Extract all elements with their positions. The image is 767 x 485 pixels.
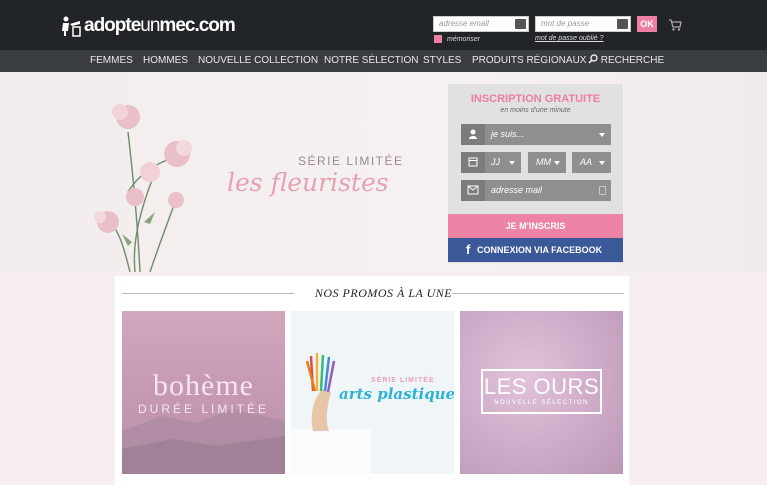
remember-me[interactable]: mémoriser	[434, 35, 480, 43]
promo-card-arts-plastiques[interactable]: SÉRIE LIMITÉE arts plastiques	[291, 311, 454, 474]
birth-day-select[interactable]: JJ	[461, 152, 521, 173]
nav-item-recherche-label: RECHERCHE	[600, 55, 665, 66]
signup-email-placeholder: adresse mail	[491, 185, 543, 195]
remember-label: mémoriser	[447, 35, 481, 43]
promo-arts-title: arts plastiques	[339, 385, 454, 403]
hero-banner[interactable]: SÉRIE LIMITÉE les fleuristes	[0, 72, 767, 272]
mail-icon	[461, 180, 485, 201]
keyboard-icon[interactable]	[599, 186, 606, 195]
facebook-icon: f	[466, 242, 471, 257]
cart-icon[interactable]	[668, 18, 682, 32]
chevron-down-icon	[599, 133, 605, 137]
promo-card-les-ours[interactable]: LES OURS NOUVELLE SÉLECTION	[460, 311, 623, 474]
signup-submit-button[interactable]: JE M'INSCRIS	[448, 214, 623, 238]
forgot-password-link[interactable]: mot de passe oublié ?	[535, 35, 604, 42]
promo-boheme-subtitle: DURÉE LIMITÉE	[137, 402, 269, 416]
gender-select-value: je suis...	[491, 129, 525, 139]
signup-title: INSCRIPTION GRATUITE	[470, 93, 601, 105]
login-ok-button[interactable]: OK	[637, 16, 657, 32]
promo-boheme-title: bohème	[153, 369, 254, 402]
password-placeholder: mot de passe	[541, 19, 590, 28]
search-icon	[588, 54, 598, 64]
password-field[interactable]: mot de passe	[535, 16, 631, 32]
user-icon	[461, 124, 485, 145]
keyboard-icon[interactable]	[515, 19, 526, 29]
promos-title: NOS PROMOS À LA UNE	[314, 286, 453, 300]
nav-item-femmes[interactable]: FEMMES	[90, 50, 133, 72]
logo-text-un: un	[140, 15, 160, 36]
hero-title: les fleuristes	[227, 168, 389, 197]
chevron-down-icon	[509, 161, 515, 165]
nav-item-nouvelle-collection[interactable]: NOUVELLE COLLECTION	[198, 50, 318, 72]
nav-item-recherche[interactable]: RECHERCHE	[588, 50, 664, 72]
facebook-login-button[interactable]: f CONNEXION VIA FACEBOOK	[448, 238, 623, 262]
gender-select[interactable]: je suis...	[461, 124, 611, 145]
signup-subtitle: en moins d'une minute	[500, 107, 571, 114]
birth-month-select[interactable]: MM	[528, 152, 566, 173]
chevron-down-icon	[554, 161, 560, 165]
main-nav: FEMMES HOMMES NOUVELLE COLLECTION NOTRE …	[0, 50, 767, 72]
birth-month-value: MM	[536, 157, 551, 167]
site-logo[interactable]: adopte un mec.com	[60, 13, 236, 39]
facebook-login-label: CONNEXION VIA FACEBOOK	[477, 245, 603, 255]
birth-year-select[interactable]: AA	[572, 152, 611, 173]
email-placeholder: adresse email	[439, 19, 489, 28]
logo-text-adopte: adopte	[84, 15, 141, 36]
chevron-down-icon	[599, 161, 605, 165]
remember-checkbox[interactable]	[434, 35, 442, 43]
logo-figure-icon	[62, 16, 81, 37]
email-field[interactable]: adresse email	[433, 16, 529, 32]
nav-item-styles[interactable]: STYLES	[423, 50, 461, 72]
promo-arts-kicker: SÉRIE LIMITÉE	[371, 377, 435, 384]
signup-email-field[interactable]: adresse mail	[461, 180, 611, 201]
promo-ours-title: LES OURS	[483, 374, 600, 399]
hero-kicker: SÉRIE LIMITÉE	[298, 154, 404, 168]
logo-text-mec: mec.com	[159, 15, 235, 36]
top-bar: adopte un mec.com adresse email mot de p…	[0, 0, 767, 50]
nav-item-hommes[interactable]: HOMMES	[143, 50, 188, 72]
keyboard-icon[interactable]	[617, 19, 628, 29]
promo-ours-subtitle: NOUVELLE SÉLECTION	[494, 400, 589, 406]
carnation-flowers-image	[94, 104, 192, 272]
nav-item-produits-regionaux[interactable]: PRODUITS RÉGIONAUX	[472, 50, 586, 72]
promo-ours-frame: LES OURS NOUVELLE SÉLECTION	[481, 369, 602, 414]
nav-item-notre-selection[interactable]: NOTRE SÉLECTION	[324, 50, 418, 72]
birth-day-value: JJ	[491, 157, 500, 167]
birth-year-value: AA	[580, 157, 593, 167]
promo-card-boheme[interactable]: bohème DURÉE LIMITÉE	[122, 311, 285, 474]
calendar-icon	[461, 152, 485, 173]
